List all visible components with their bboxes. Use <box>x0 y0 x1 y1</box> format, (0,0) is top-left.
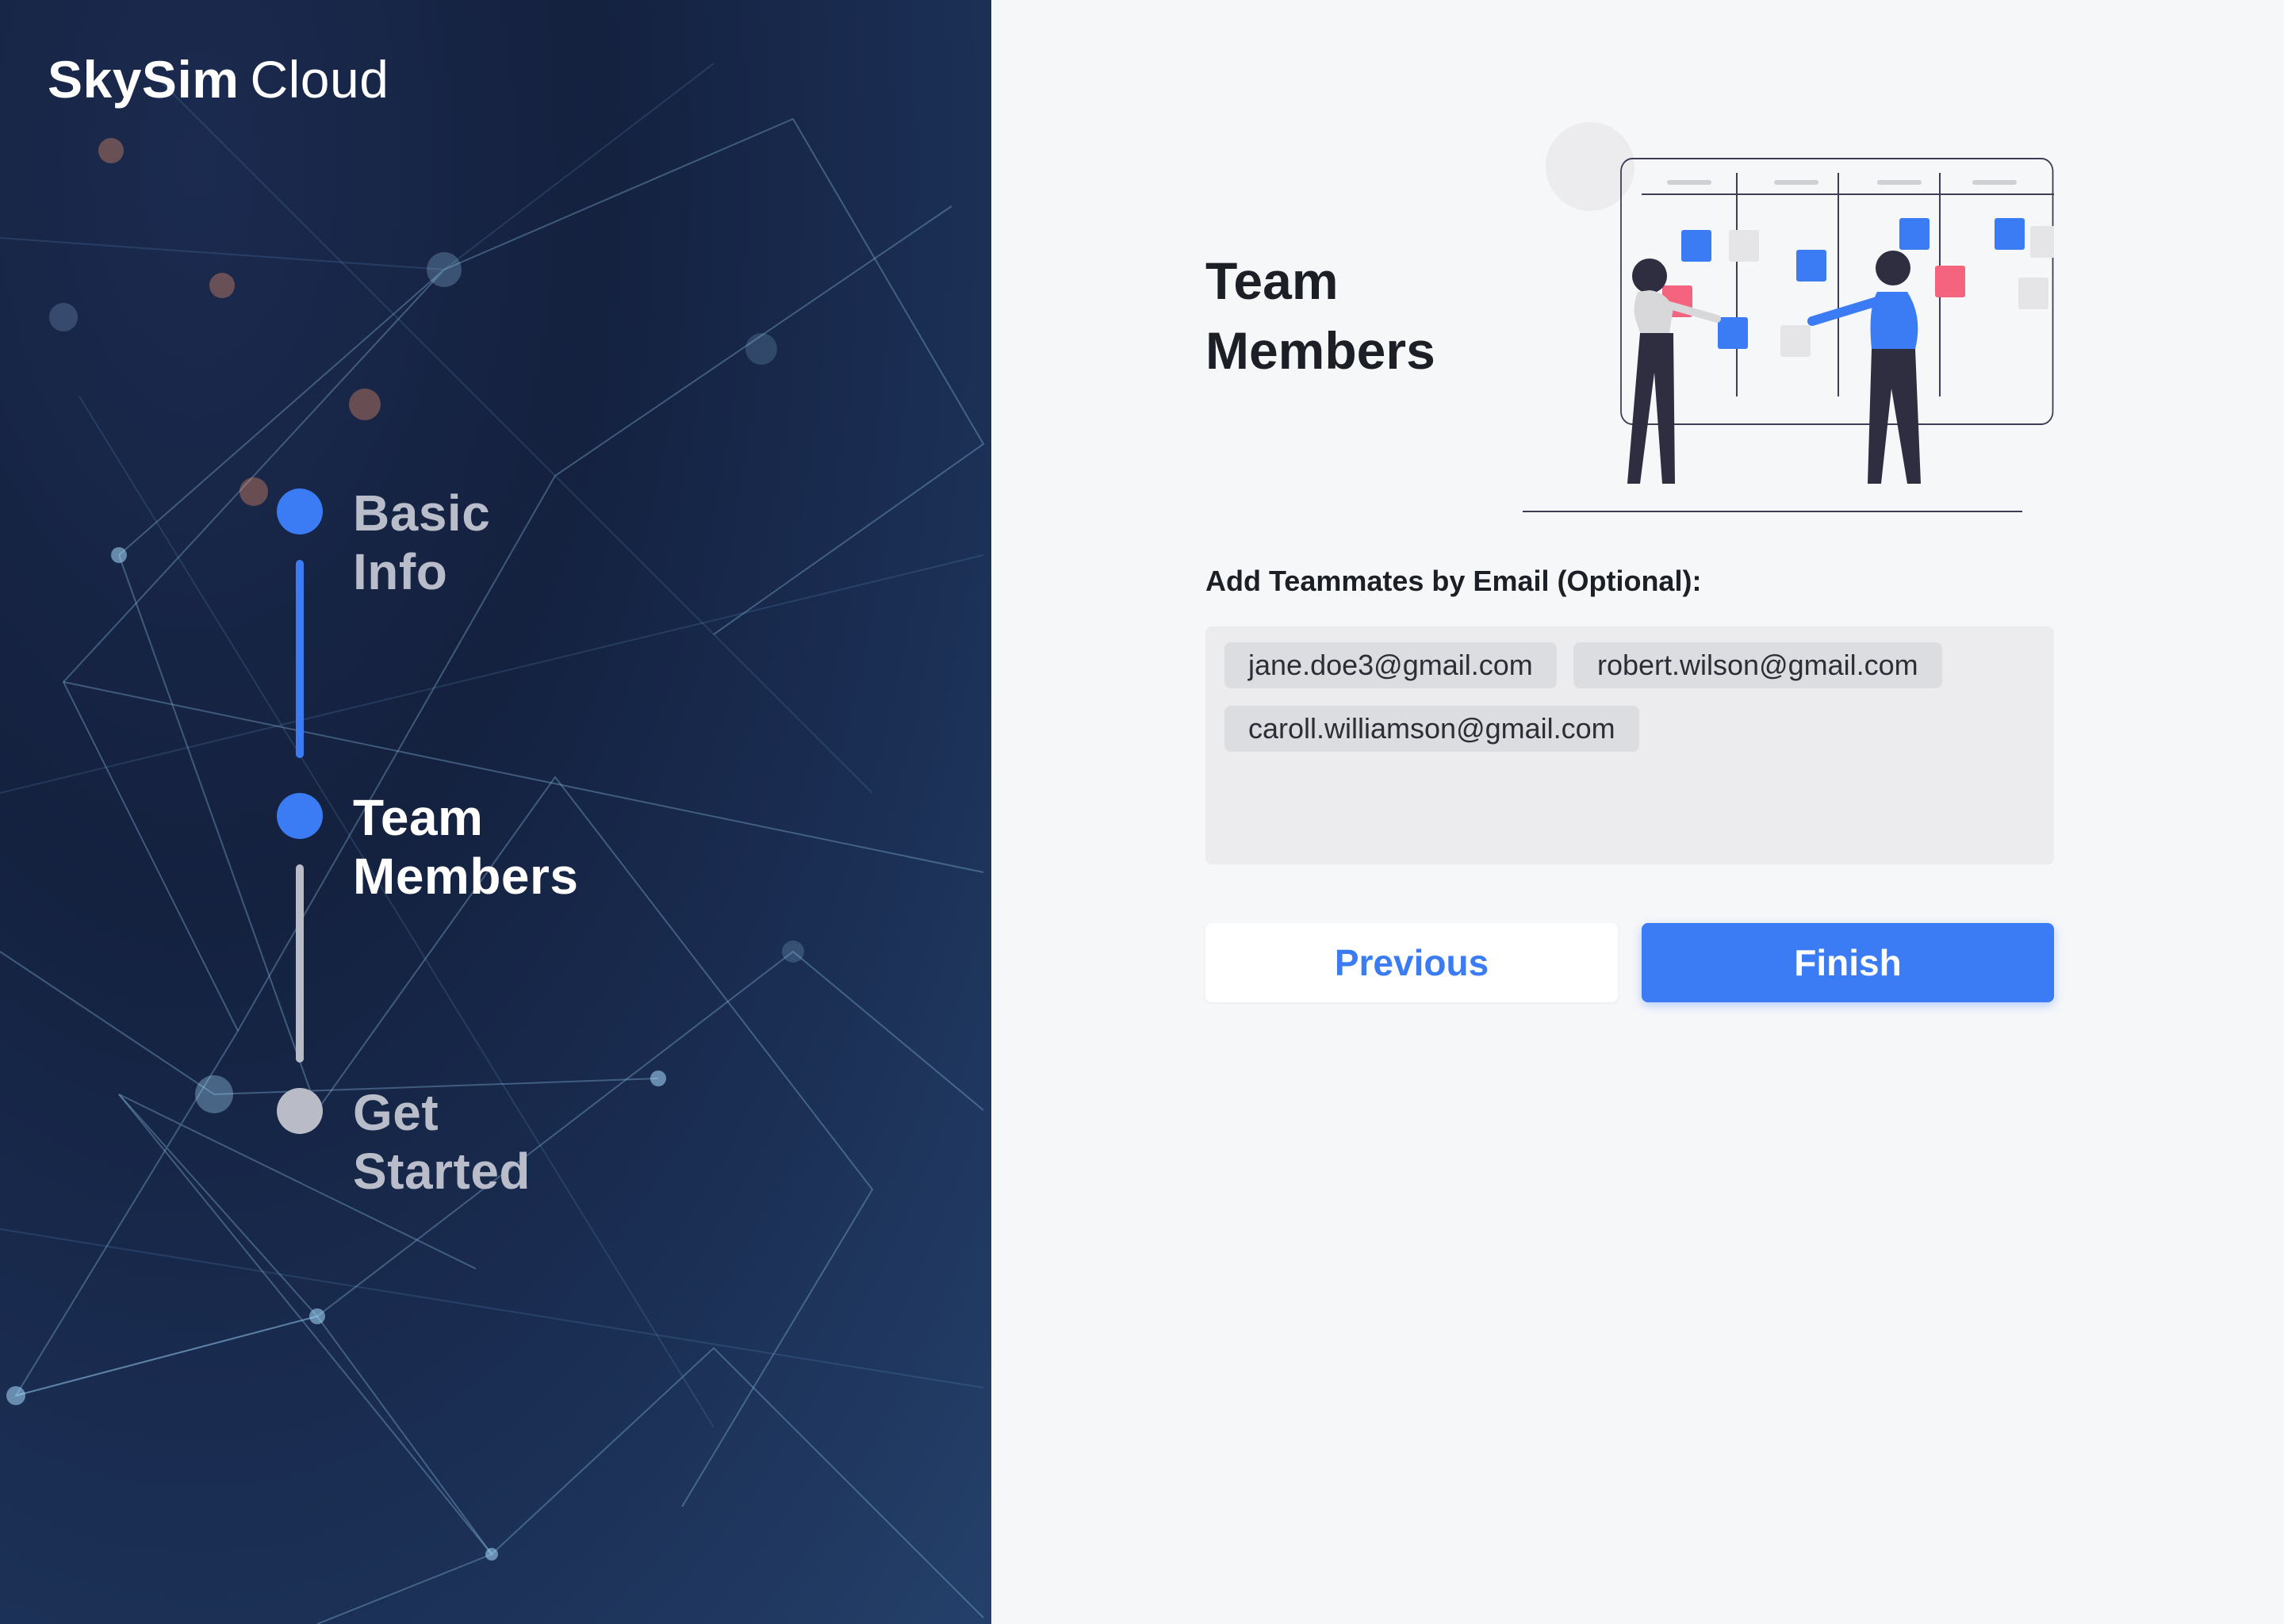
sidebar-panel: SkySim Cloud Basic Info Team Members Get … <box>0 0 991 1624</box>
email-field-label: Add Teammates by Email (Optional): <box>1205 565 1702 597</box>
previous-button[interactable]: Previous <box>1205 923 1618 1002</box>
brand-name-bold: SkySim <box>48 50 240 109</box>
step-label-basic-info[interactable]: Basic Info <box>353 484 490 601</box>
page-title-line-1: Team <box>1205 251 1339 310</box>
finish-button[interactable]: Finish <box>1642 923 2054 1002</box>
teammate-email-input[interactable]: jane.doe3@gmail.com robert.wilson@gmail.… <box>1205 626 2054 864</box>
brand-name-light: Cloud <box>250 50 389 109</box>
email-chip[interactable]: caroll.williamson@gmail.com <box>1224 706 1639 752</box>
team-kanban-board-illustration <box>1523 122 2054 512</box>
step-label-get-started[interactable]: Get Started <box>353 1083 531 1201</box>
step-label-team-members[interactable]: Team Members <box>353 788 579 906</box>
email-chip[interactable]: robert.wilson@gmail.com <box>1573 642 1942 688</box>
email-chip[interactable]: jane.doe3@gmail.com <box>1224 642 1557 688</box>
brand-logo: SkySim Cloud <box>48 49 389 109</box>
main-panel: Team Members Add Teammates by Email (Opt… <box>991 0 2284 1624</box>
step-dot-get-started <box>277 1088 323 1134</box>
step-connector-1 <box>296 560 304 758</box>
step-dot-team-members <box>277 793 323 839</box>
page-title-line-2: Members <box>1205 321 1435 380</box>
onboarding-page: SkySim Cloud Basic Info Team Members Get … <box>0 0 2284 1624</box>
step-dot-basic-info <box>277 488 323 534</box>
step-connector-2 <box>296 864 304 1063</box>
page-title: Team Members <box>1205 246 1539 385</box>
